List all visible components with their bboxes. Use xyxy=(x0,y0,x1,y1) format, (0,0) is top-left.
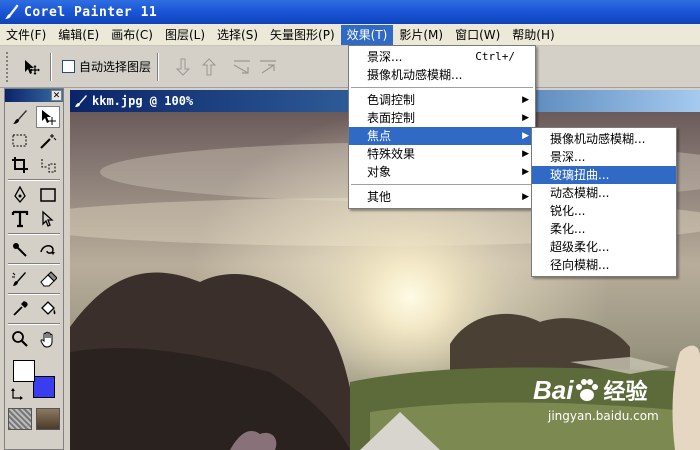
layer-down-icon[interactable] xyxy=(171,54,197,80)
app-title-bar[interactable]: Corel Painter 11 xyxy=(0,0,700,24)
layer-up-icon[interactable] xyxy=(197,54,223,80)
dropper-icon[interactable] xyxy=(8,298,32,320)
text-icon[interactable] xyxy=(8,208,32,230)
menu-layers[interactable]: 图层(L) xyxy=(159,25,211,45)
submenu-arrow-icon: ▶ xyxy=(522,131,529,141)
submenu-arrow-icon: ▶ xyxy=(522,95,529,105)
menu-item-soften[interactable]: 柔化... xyxy=(532,220,676,238)
crop-icon[interactable] xyxy=(8,154,32,176)
watermark-brand: Bai xyxy=(533,374,574,405)
auto-select-layer-label: 自动选择图层 xyxy=(79,60,152,74)
submenu-arrow-icon: ▶ xyxy=(522,192,529,202)
menu-movie[interactable]: 影片(M) xyxy=(393,25,449,45)
submenu-arrow-icon: ▶ xyxy=(522,113,529,123)
swap-colors-icon[interactable] xyxy=(11,388,25,400)
menu-item-camera-motion-blur[interactable]: 摄像机动感模糊... xyxy=(349,66,535,84)
foreground-color-swatch[interactable] xyxy=(13,360,35,382)
gradient-swatch[interactable] xyxy=(36,408,60,430)
eraser-icon[interactable] xyxy=(36,268,60,290)
menu-bar: 文件(F) 编辑(E) 画布(C) 图层(L) 选择(S) 矢量图形(P) 效果… xyxy=(0,24,700,46)
paw-icon xyxy=(576,379,599,401)
submenu-arrow-icon: ▶ xyxy=(522,149,529,159)
menu-item-tonal-control[interactable]: 色调控制 ▶ xyxy=(349,91,535,109)
toolbar-separator xyxy=(50,52,52,81)
paper-swatch[interactable] xyxy=(8,408,32,430)
effects-dropdown: 景深... Ctrl+/ 摄像机动感模糊... 色调控制 ▶ 表面控制 ▶ 焦点… xyxy=(348,45,536,209)
tool-divider xyxy=(8,293,60,295)
menu-item-esoterica[interactable]: 其他 ▶ xyxy=(349,188,535,206)
paint-bucket-icon[interactable] xyxy=(36,298,60,320)
menu-item-glass-distortion[interactable]: 玻璃扭曲... xyxy=(532,166,676,184)
rectangular-selection-icon[interactable] xyxy=(8,130,32,152)
menu-item-camera-motion-blur[interactable]: 摄像机动感模糊... xyxy=(532,130,676,148)
auto-select-layer-option[interactable]: 自动选择图层 xyxy=(62,58,151,75)
toolbar-grip[interactable] xyxy=(6,51,12,82)
menu-file[interactable]: 文件(F) xyxy=(0,25,52,45)
toolbox-header[interactable]: ✕ xyxy=(5,89,63,102)
painter-brush-icon xyxy=(75,95,87,107)
menu-item-motion-blur[interactable]: 动态模糊... xyxy=(532,184,676,202)
color-selector[interactable] xyxy=(9,356,59,406)
pen-icon[interactable] xyxy=(8,184,32,206)
tool-divider xyxy=(8,179,60,181)
menu-item-super-soften[interactable]: 超级柔化... xyxy=(532,238,676,256)
layer-top-icon[interactable] xyxy=(255,54,281,80)
menu-shapes[interactable]: 矢量图形(P) xyxy=(264,25,341,45)
baidu-watermark-url: jingyan.baidu.com xyxy=(548,409,659,423)
menu-select[interactable]: 选择(S) xyxy=(211,25,264,45)
toolbar-separator xyxy=(157,52,160,81)
painter-brush-icon xyxy=(5,4,19,19)
background-color-swatch[interactable] xyxy=(33,376,55,398)
shape-selection-icon[interactable] xyxy=(36,208,60,230)
app-title: Corel Painter 11 xyxy=(24,4,158,20)
menu-item-sharpen[interactable]: 锐化... xyxy=(532,202,676,220)
menu-window[interactable]: 窗口(W) xyxy=(449,25,506,45)
dodge-icon[interactable] xyxy=(8,268,32,290)
lasso-selection-icon[interactable] xyxy=(36,154,60,176)
menu-effects[interactable]: 效果(T) xyxy=(340,24,394,45)
menu-item-surface-control[interactable]: 表面控制 ▶ xyxy=(349,109,535,127)
menu-item-special-effects[interactable]: 特殊效果 ▶ xyxy=(349,145,535,163)
menu-separator xyxy=(349,84,535,91)
layer-adjuster-icon[interactable] xyxy=(36,106,60,128)
menu-canvas[interactable]: 画布(C) xyxy=(105,25,159,45)
menu-separator xyxy=(349,181,535,188)
tool-divider xyxy=(8,233,60,235)
document-title: kkm.jpg @ 100% xyxy=(92,94,194,108)
auto-select-layer-checkbox[interactable] xyxy=(62,60,75,73)
menu-item-objects[interactable]: 对象 ▶ xyxy=(349,163,535,181)
submenu-arrow-icon: ▶ xyxy=(522,167,529,177)
focus-submenu: 摄像机动感模糊... 景深... 玻璃扭曲... 动态模糊... 锐化... 柔… xyxy=(531,127,677,277)
brush-icon[interactable] xyxy=(8,106,32,128)
rubber-stamp-icon[interactable] xyxy=(36,238,60,260)
menu-item-focus[interactable]: 焦点 ▶ xyxy=(349,127,535,145)
menu-help[interactable]: 帮助(H) xyxy=(506,25,560,45)
magnifier-icon[interactable] xyxy=(8,328,32,350)
baidu-watermark: Bai 经验 xyxy=(533,374,647,406)
menu-edit[interactable]: 编辑(E) xyxy=(52,25,105,45)
magic-wand-icon[interactable] xyxy=(36,130,60,152)
cloner-icon[interactable] xyxy=(8,238,32,260)
menu-item-zoom-blur[interactable]: 径向模糊... xyxy=(532,256,676,274)
layer-bottom-icon[interactable] xyxy=(229,54,255,80)
toolbox-panel: ✕ xyxy=(4,88,64,450)
menu-item-depth-of-field[interactable]: 景深... xyxy=(532,148,676,166)
rectangle-shape-icon[interactable] xyxy=(36,184,60,206)
watermark-brand2: 经验 xyxy=(603,380,648,405)
tool-divider xyxy=(8,323,60,325)
grabber-hand-icon[interactable] xyxy=(36,328,60,350)
close-icon[interactable]: ✕ xyxy=(51,90,62,101)
layer-adjuster-tool-icon[interactable] xyxy=(18,54,44,80)
shortcut-label: Ctrl+/ xyxy=(475,50,515,63)
tool-divider xyxy=(8,263,60,265)
menu-item-depth-of-field[interactable]: 景深... Ctrl+/ xyxy=(349,48,535,66)
